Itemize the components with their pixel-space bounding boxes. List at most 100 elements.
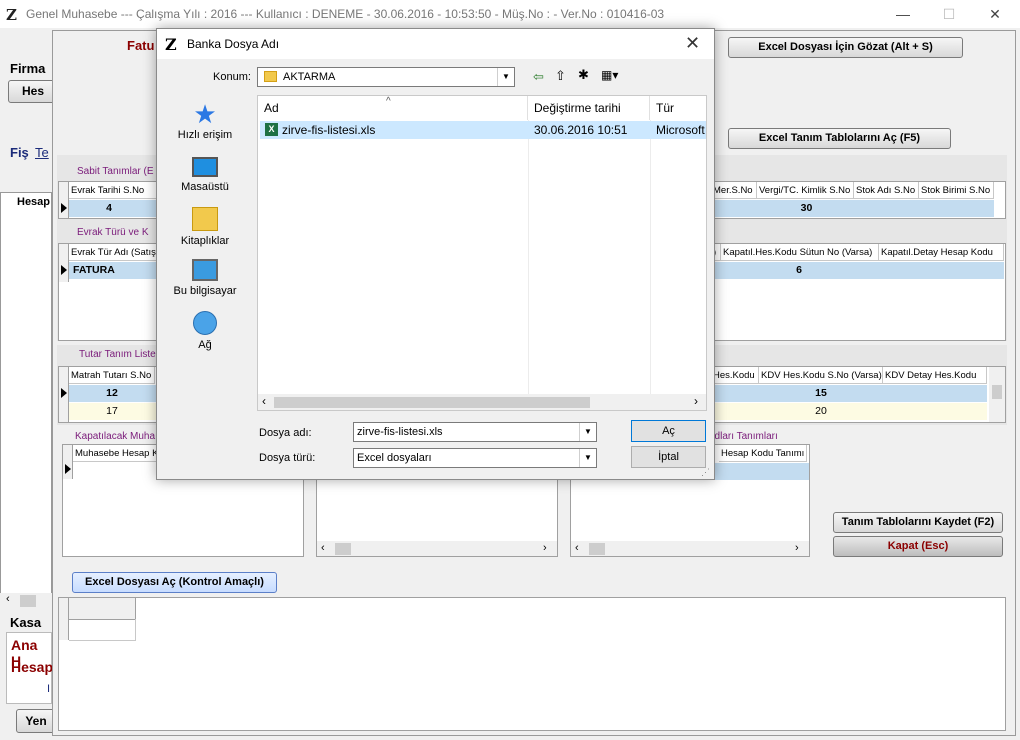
up-folder-icon[interactable]: ⇧: [555, 68, 566, 84]
dialog-logo-icon: Z: [165, 35, 177, 54]
kapatilacak-label: Kapatılacak Muha: [75, 431, 156, 442]
grid-header: Hesap Kodu Tanımı: [719, 445, 807, 462]
back-icon[interactable]: ⇦: [533, 69, 544, 85]
grid-header: KDV Detay Hes.Kodu: [883, 367, 987, 384]
grid-header: Kapatıl.Hes.Kodu Sütun No (Varsa): [721, 244, 879, 261]
grid-cell: 12: [106, 387, 118, 399]
place-label: Kitaplıklar: [180, 235, 230, 247]
place-network[interactable]: Ağ: [165, 311, 245, 351]
tanim-kaydet-button[interactable]: Tanım Tablolarını Kaydet (F2): [833, 512, 1003, 533]
file-name: zirve-fis-listesi.xls: [282, 123, 376, 137]
grid-header: KDV Hes.Kodu S.No (Varsa): [759, 367, 883, 384]
grid-header: Stok Adı S.No: [854, 182, 919, 199]
filetype-value: Excel dosyaları: [357, 452, 432, 464]
grid-cell: 15: [815, 387, 827, 399]
desktop-icon: [192, 157, 218, 177]
place-this-pc[interactable]: Bu bilgisayar: [165, 259, 245, 297]
column-header-date[interactable]: Değiştirme tarihi: [528, 96, 650, 120]
yeni-button[interactable]: Yen: [16, 709, 56, 733]
middle-scrollbar[interactable]: ‹ ›: [317, 541, 557, 556]
filename-value: zirve-fis-listesi.xls: [357, 426, 443, 438]
window-title: Genel Muhasebe --- Çalışma Yılı : 2016 -…: [26, 7, 665, 21]
close-window-icon[interactable]: ✕: [972, 0, 1018, 28]
firma-label: Firma: [10, 61, 46, 76]
file-date: 30.06.2016 10:51: [534, 123, 628, 137]
dialog-close-icon[interactable]: ✕: [685, 33, 700, 54]
konum-combo[interactable]: AKTARMA ▼: [257, 67, 515, 87]
resize-grip-icon[interactable]: ⋰: [701, 467, 710, 478]
view-menu-icon[interactable]: ▦▾: [601, 68, 618, 82]
minimize-icon[interactable]: —: [880, 0, 926, 28]
file-list-scrollbar[interactable]: ‹ ›: [258, 394, 706, 410]
column-label: Ad: [264, 101, 279, 115]
grid-cell: 30: [800, 202, 813, 214]
tutar-tanim-label: Tutar Tanım Liste: [79, 349, 156, 360]
file-type: Microsoft: [656, 123, 705, 137]
dialog-title: Banka Dosya Adı: [187, 37, 280, 51]
hesap-label: Hesap: [11, 659, 54, 675]
filename-label: Dosya adı:: [259, 427, 312, 439]
excel-gozat-button[interactable]: Excel Dosyası İçin Gözat (Alt + S): [728, 37, 963, 58]
filename-input[interactable]: zirve-fis-listesi.xls ▼: [353, 422, 597, 442]
hes-button[interactable]: Hes: [8, 80, 58, 103]
left-scrollbar[interactable]: ‹: [0, 593, 52, 609]
dialog-title-bar: Z Banka Dosya Adı ✕: [157, 29, 714, 59]
grid-cell: 20: [815, 405, 827, 417]
grid-cell: 4: [106, 202, 112, 214]
filetype-select[interactable]: Excel dosyaları ▼: [353, 448, 597, 468]
sort-up-icon: ^: [386, 96, 391, 107]
kodlari-tanimlari-label: odları Tanımları: [709, 431, 778, 442]
title-bar: Z Genel Muhasebe --- Çalışma Yılı : 2016…: [0, 0, 1020, 28]
kapat-button[interactable]: Kapat (Esc): [833, 536, 1003, 557]
excel-ac-kontrol-button[interactable]: Excel Dosyası Aç (Kontrol Amaçlı): [72, 572, 277, 593]
column-label: Değiştirme tarihi: [534, 101, 621, 115]
grid-header: Kapatıl.Detay Hesap Kodu: [879, 244, 1004, 261]
left-grid[interactable]: Hesap: [0, 192, 52, 597]
new-folder-icon[interactable]: ✱: [578, 67, 589, 83]
tutar-scrollbar[interactable]: [989, 367, 1005, 422]
excel-tanim-ac-button[interactable]: Excel Tanım Tablolarını Aç (F5): [728, 128, 951, 149]
file-row[interactable]: X zirve-fis-listesi.xls 30.06.2016 10:51…: [260, 121, 706, 139]
app-logo-icon: Z: [6, 6, 17, 24]
fis-label: Fiş: [10, 145, 29, 160]
open-button[interactable]: Aç: [631, 420, 706, 442]
filetype-label: Dosya türü:: [259, 452, 316, 464]
file-open-dialog: Z Banka Dosya Adı ✕ Konum: AKTARMA ▼ ⇦ ⇧…: [156, 28, 715, 480]
file-list[interactable]: Ad ^ Değiştirme tarihi Tür X zirve-fis-l…: [257, 95, 707, 411]
network-icon: [193, 311, 217, 335]
column-label: Tür: [656, 101, 674, 115]
column-header-name[interactable]: Ad ^: [258, 96, 528, 120]
konum-value: AKTARMA: [283, 71, 336, 83]
place-label: Bu bilgisayar: [173, 285, 237, 297]
folder-icon: [264, 71, 277, 82]
library-icon: [192, 207, 218, 231]
te-label: Te: [35, 145, 49, 160]
grid-header: Vergi/TC. Kimlik S.No: [757, 182, 854, 199]
kodlari-scrollbar[interactable]: ‹ ›: [571, 541, 809, 556]
kasa-label: Kasa: [10, 615, 42, 630]
bottom-grid[interactable]: [58, 597, 1006, 731]
place-quick-access[interactable]: ★ Hızlı erişim: [165, 99, 245, 141]
computer-icon: [192, 259, 218, 281]
fatura-label: Fatu: [127, 38, 155, 53]
grid-header: Matrah Tutarı S.No: [69, 367, 155, 384]
grid-header: Hes.Kodu: [711, 367, 759, 384]
excel-file-icon: X: [265, 123, 278, 136]
konum-label: Konum:: [213, 71, 251, 83]
i-label: I: [47, 683, 51, 695]
grid-cell: FATURA: [73, 264, 115, 276]
evrak-turu-label: Evrak Türü ve K: [77, 227, 149, 238]
place-label: Ağ: [198, 339, 212, 351]
place-label: Hızlı erişim: [177, 129, 233, 141]
grid-header: Stok Birimi S.No: [919, 182, 994, 199]
kasa-box: Ana H Hesap I: [6, 632, 54, 704]
cancel-button[interactable]: İptal: [631, 446, 706, 468]
star-icon: ★: [193, 99, 217, 129]
place-desktop[interactable]: Masaüstü: [165, 155, 245, 193]
place-libraries[interactable]: Kitaplıklar: [165, 207, 245, 247]
sabit-tanimlar-label: Sabit Tanımlar (E: [77, 166, 154, 177]
column-header-type[interactable]: Tür: [650, 96, 706, 120]
maximize-icon[interactable]: ☐: [926, 0, 972, 28]
grid-header: Mer.S.No: [711, 182, 757, 199]
grid-header: Evrak Tür Adı (Satış: [69, 244, 159, 261]
